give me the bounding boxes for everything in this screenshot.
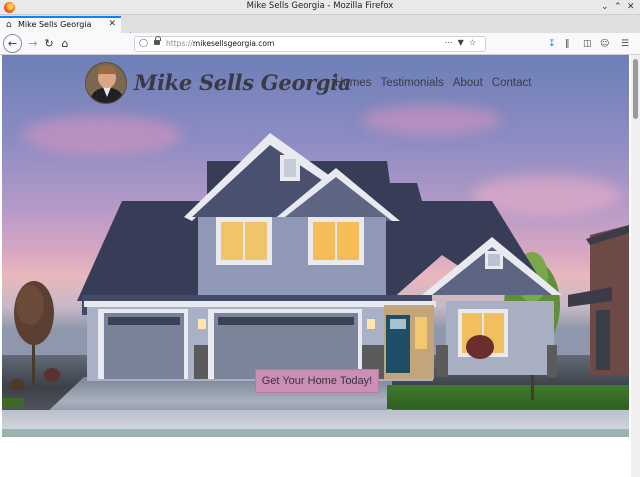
- home-button[interactable]: ⌂: [57, 36, 73, 52]
- close-window-icon[interactable]: ✕: [627, 1, 635, 14]
- scrollbar-thumb[interactable]: [633, 59, 638, 119]
- pocket-icon[interactable]: ▼: [458, 38, 469, 47]
- page-actions-icon[interactable]: ⋯: [445, 38, 458, 47]
- tab-strip: ⌂ Mike Sells Georgia ✕ +: [0, 15, 640, 45]
- site-brand-title[interactable]: Mike Sells Georgia: [134, 70, 352, 95]
- hero-bottom-strip: [2, 429, 629, 437]
- window-titlebar: Mike Sells Georgia - Mozilla Firefox ⌄ ⌃…: [0, 0, 640, 15]
- lock-icon[interactable]: [154, 36, 161, 47]
- downloads-icon[interactable]: ↧: [548, 37, 556, 51]
- urlbar-actions[interactable]: ⋯▼☆: [445, 38, 481, 47]
- tab-active[interactable]: ⌂ Mike Sells Georgia ✕: [0, 16, 121, 33]
- account-icon[interactable]: ☺: [600, 37, 609, 51]
- nav-about-link[interactable]: About: [453, 77, 483, 89]
- sidebar-icon[interactable]: ◫: [583, 37, 592, 51]
- bookmark-star-icon[interactable]: ☆: [469, 38, 481, 47]
- close-tab-icon[interactable]: ✕: [108, 19, 116, 29]
- nav-testimonials-link[interactable]: Testimonials: [380, 77, 443, 89]
- tracking-shield-icon[interactable]: ◯: [139, 38, 148, 47]
- menu-icon[interactable]: ☰: [621, 37, 629, 51]
- hero-banner: Mike Sells Georgia Homes Testimonials Ab…: [2, 55, 629, 436]
- minimize-icon[interactable]: ⌃: [614, 1, 622, 14]
- library-icon[interactable]: ‖: [565, 37, 570, 51]
- navigation-toolbar: ← → ↻ ⌂ ◯ https://mikesellsgeorgia.com ⋯…: [0, 33, 640, 55]
- page-viewport: Mike Sells Georgia Homes Testimonials Ab…: [0, 55, 640, 477]
- url-protocol: https://: [166, 39, 193, 48]
- url-text[interactable]: https://mikesellsgeorgia.com: [166, 39, 274, 48]
- home-favicon-icon: ⌂: [6, 20, 12, 30]
- forward-button[interactable]: →: [25, 36, 41, 52]
- url-host: mikesellsgeorgia.com: [192, 39, 275, 48]
- nav-homes-link[interactable]: Homes: [335, 77, 371, 89]
- avatar: [85, 62, 127, 104]
- reload-button[interactable]: ↻: [41, 36, 57, 52]
- site-nav: Homes Testimonials About Contact: [335, 77, 531, 89]
- url-bar[interactable]: ◯ https://mikesellsgeorgia.com ⋯▼☆: [134, 36, 486, 52]
- avatar-hair: [98, 66, 116, 74]
- back-button[interactable]: ←: [3, 34, 22, 53]
- upper-facade: [198, 217, 386, 295]
- tab-label: Mike Sells Georgia: [18, 20, 92, 29]
- chevron-down-icon[interactable]: ⌄: [601, 1, 609, 14]
- nav-contact-link[interactable]: Contact: [492, 77, 532, 89]
- cta-button[interactable]: Get Your Home Today!: [255, 369, 379, 393]
- house-right: [568, 225, 629, 375]
- vertical-scrollbar[interactable]: [631, 55, 640, 477]
- window-title: Mike Sells Georgia - Mozilla Firefox: [246, 1, 394, 11]
